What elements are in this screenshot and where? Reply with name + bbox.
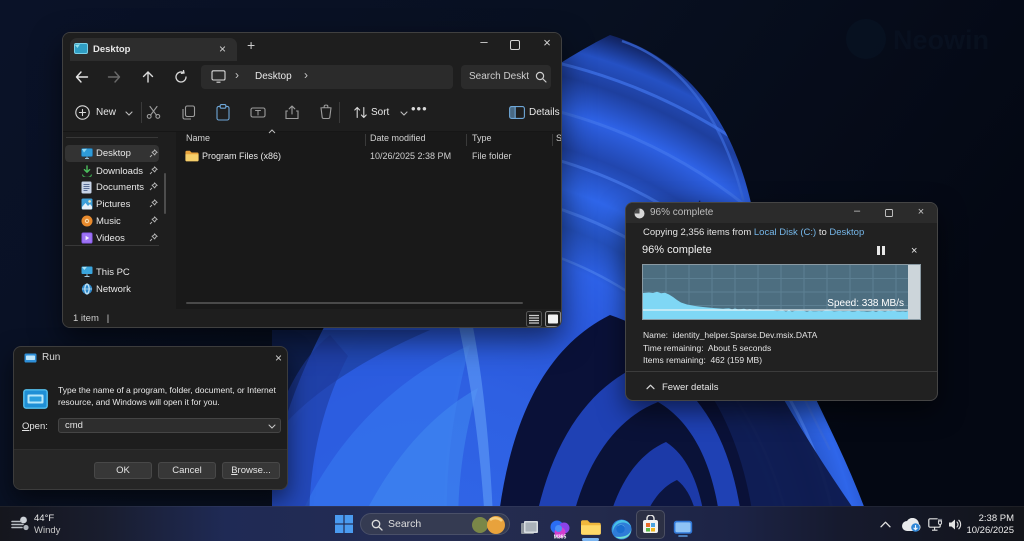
svg-text:M365: M365 (554, 535, 567, 541)
svg-text:Neowin: Neowin (893, 25, 989, 55)
svg-text:Speed: 338 MB/s: Speed: 338 MB/s (827, 298, 904, 309)
